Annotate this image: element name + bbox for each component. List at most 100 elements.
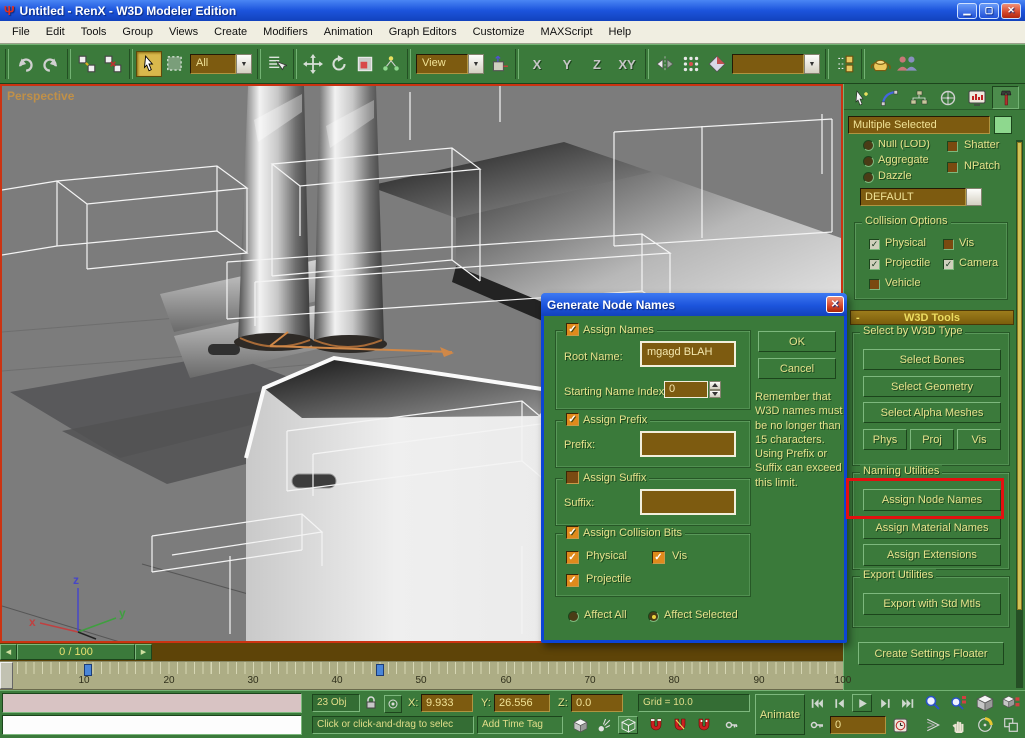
previous-frame-icon[interactable] xyxy=(830,695,848,711)
vis-button[interactable]: Vis xyxy=(957,429,1001,450)
restrict-x-button[interactable]: X xyxy=(522,57,552,72)
snap-toggle-icon[interactable] xyxy=(646,716,666,734)
menu-file[interactable]: File xyxy=(4,23,38,41)
aggregate-radio[interactable] xyxy=(863,156,874,167)
tab-display-icon[interactable] xyxy=(963,86,990,109)
select-and-manipulate-icon[interactable] xyxy=(378,51,404,77)
create-settings-floater-button[interactable]: Create Settings Floater xyxy=(858,642,1004,665)
time-configuration-icon[interactable] xyxy=(890,716,910,734)
physical-checkbox[interactable] xyxy=(869,239,880,250)
restrict-xy-button[interactable]: XY xyxy=(612,57,642,72)
paint-selection-icon[interactable] xyxy=(594,716,614,734)
go-to-start-icon[interactable] xyxy=(808,695,826,711)
restrict-y-button[interactable]: Y xyxy=(552,57,582,72)
field-of-view-icon[interactable] xyxy=(922,715,944,735)
title-bar[interactable]: Ψ Untitled - RenX - W3D Modeler Edition … xyxy=(0,0,1025,21)
object-color-swatch[interactable] xyxy=(994,116,1012,134)
timeline-ruler[interactable]: 10 20 30 40 50 60 70 80 90 100 xyxy=(0,661,843,690)
menu-edit[interactable]: Edit xyxy=(38,23,73,41)
shatter-checkbox[interactable] xyxy=(947,141,958,152)
menu-group[interactable]: Group xyxy=(114,23,161,41)
assign-suffix-checkbox[interactable] xyxy=(566,471,579,484)
select-and-rotate-icon[interactable] xyxy=(326,51,352,77)
spinner-up-icon[interactable] xyxy=(709,381,721,390)
select-and-move-icon[interactable] xyxy=(300,51,326,77)
camera-checkbox[interactable] xyxy=(943,259,954,270)
macro-recorder-box[interactable] xyxy=(2,693,302,713)
panel-scrollbar[interactable] xyxy=(1016,140,1023,688)
assign-material-names-button[interactable]: Assign Material Names xyxy=(863,517,1001,539)
dropdown-arrow-icon[interactable] xyxy=(468,54,484,74)
null-lod-radio[interactable] xyxy=(863,140,874,151)
select-and-link-icon[interactable] xyxy=(74,51,100,77)
menu-modifiers[interactable]: Modifiers xyxy=(255,23,316,41)
select-object-icon[interactable] xyxy=(136,51,162,77)
min-max-toggle-icon[interactable] xyxy=(1000,715,1022,735)
cancel-button[interactable]: Cancel xyxy=(758,358,836,379)
npatch-checkbox[interactable] xyxy=(947,162,958,173)
menu-graph-editors[interactable]: Graph Editors xyxy=(381,23,465,41)
selection-lock-icon[interactable] xyxy=(363,695,379,711)
absolute-offset-toggle-icon[interactable] xyxy=(384,695,402,713)
z-coord-field[interactable]: 0.0 xyxy=(571,694,623,712)
ok-button[interactable]: OK xyxy=(758,331,836,352)
close-button[interactable]: ✕ xyxy=(1001,3,1021,19)
redo-icon[interactable] xyxy=(38,51,64,77)
affect-all-radio[interactable] xyxy=(568,611,579,622)
select-bones-button[interactable]: Select Bones xyxy=(863,349,1001,370)
arc-rotate-icon[interactable] xyxy=(974,715,996,735)
maximize-button[interactable]: ▢ xyxy=(979,3,999,19)
frame-forward-icon[interactable] xyxy=(135,644,152,660)
panel-scrollbar-thumb[interactable] xyxy=(1017,142,1022,610)
next-frame-icon[interactable] xyxy=(876,695,894,711)
minimize-button[interactable]: ▁ xyxy=(957,3,977,19)
selection-filter-dropdown[interactable]: All xyxy=(190,54,252,74)
assign-extensions-button[interactable]: Assign Extensions xyxy=(863,544,1001,566)
frame-back-icon[interactable] xyxy=(0,644,17,660)
export-std-mtls-button[interactable]: Export with Std Mtls xyxy=(863,593,1001,615)
angle-snap-icon[interactable] xyxy=(670,716,690,734)
phys-button[interactable]: Phys xyxy=(863,429,907,450)
y-coord-field[interactable]: 26.556 xyxy=(494,694,550,712)
root-name-input[interactable]: mgagd BLAH xyxy=(640,341,736,367)
starting-index-input[interactable]: 0 xyxy=(664,381,708,398)
assign-collision-bits-checkbox[interactable] xyxy=(566,526,579,539)
reference-coordinate-dropdown[interactable]: View xyxy=(416,54,484,74)
dialog-close-icon[interactable]: ✕ xyxy=(826,296,844,313)
time-tag-marker[interactable] xyxy=(376,664,384,676)
proj-button[interactable]: Proj xyxy=(910,429,954,450)
projectile-checkbox[interactable] xyxy=(869,259,880,270)
menu-views[interactable]: Views xyxy=(161,23,206,41)
dlg-physical-checkbox[interactable] xyxy=(566,551,579,564)
add-time-tag[interactable]: Add Time Tag xyxy=(477,716,563,734)
percent-snap-icon[interactable] xyxy=(694,716,714,734)
restrict-z-button[interactable]: Z xyxy=(582,57,612,72)
dazzle-radio[interactable] xyxy=(863,172,874,183)
dropdown-arrow-icon[interactable] xyxy=(966,188,982,206)
menu-tools[interactable]: Tools xyxy=(73,23,115,41)
time-slider-handle[interactable] xyxy=(0,662,13,689)
dialog-title-bar[interactable]: Generate Node Names ✕ xyxy=(541,293,847,316)
named-selection-dropdown[interactable] xyxy=(732,54,820,74)
selection-name-field[interactable]: Multiple Selected xyxy=(848,116,990,134)
dlg-vis-checkbox[interactable] xyxy=(652,551,665,564)
rectangular-selection-icon[interactable] xyxy=(162,51,188,77)
array-icon[interactable] xyxy=(678,51,704,77)
crossing-selection-icon[interactable] xyxy=(570,716,590,734)
listener-box[interactable] xyxy=(2,715,302,735)
zoom-extents-all-icon[interactable] xyxy=(1000,693,1022,713)
dropdown-arrow-icon[interactable] xyxy=(236,54,252,74)
schematic-view-icon[interactable] xyxy=(832,51,858,77)
render-teapot-icon[interactable] xyxy=(868,51,894,77)
spinner-down-icon[interactable] xyxy=(709,390,721,399)
current-frame-field[interactable]: 0 xyxy=(830,716,886,734)
mirror-icon[interactable] xyxy=(652,51,678,77)
vis-checkbox[interactable] xyxy=(943,239,954,250)
user-community-icon[interactable] xyxy=(894,51,920,77)
menu-create[interactable]: Create xyxy=(206,23,255,41)
dropdown-arrow-icon[interactable] xyxy=(804,54,820,74)
degradation-override-icon[interactable] xyxy=(618,716,638,734)
suffix-input[interactable] xyxy=(640,489,736,515)
go-to-end-icon[interactable] xyxy=(898,695,916,711)
zoom-extents-icon[interactable] xyxy=(974,693,996,713)
